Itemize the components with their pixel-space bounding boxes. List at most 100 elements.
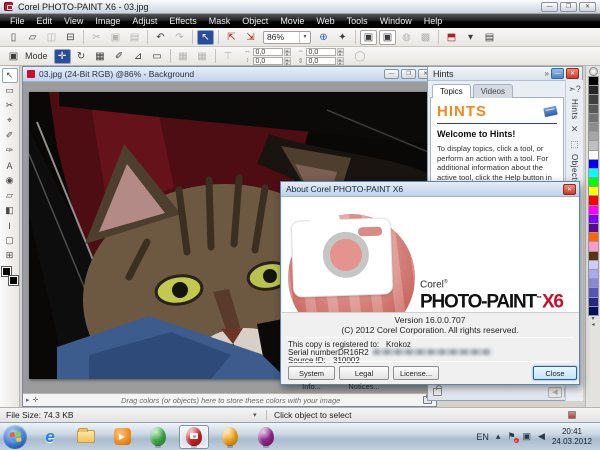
menu-tools[interactable]: Tools [341, 14, 374, 28]
import-icon[interactable]: ⇱ [223, 30, 240, 45]
show-object-marquee-icon[interactable]: ▣ [379, 29, 396, 45]
preview-dropdown-icon[interactable]: ▾ [462, 30, 479, 45]
hints-lock-icon[interactable] [433, 385, 442, 396]
docker-tab-objects[interactable]: Objects [570, 154, 579, 185]
distort-mode-icon[interactable]: ⊿ [130, 49, 147, 64]
print-icon[interactable]: ⊟ [62, 30, 79, 45]
hidden-icons-arrow[interactable]: ▴ [496, 431, 501, 442]
rectangle-tool[interactable]: ▱ [2, 188, 18, 203]
menu-adjust[interactable]: Adjust [126, 14, 163, 28]
menu-web[interactable]: Web [310, 14, 340, 28]
menu-mask[interactable]: Mask [203, 14, 237, 28]
fill-tool[interactable]: ◧ [2, 203, 18, 218]
width-spinner[interactable]: ▲ ▼ [336, 47, 344, 56]
height-spinner[interactable]: ▲ ▼ [336, 56, 344, 65]
docker-minimize-button[interactable]: — [551, 68, 564, 79]
taskbar-coreldraw-icon[interactable] [143, 425, 173, 449]
perspective-mode-icon[interactable]: ▭ [149, 49, 166, 64]
about-close-button[interactable]: ✕ [563, 183, 576, 195]
back-arrow-icon[interactable]: ◀ [548, 386, 562, 398]
palette-flyout-arrow-icon[interactable]: ◂ [591, 322, 594, 328]
menu-image[interactable]: Image [89, 14, 126, 28]
palette-swatch[interactable] [587, 305, 599, 316]
tab-videos[interactable]: Videos [472, 84, 514, 98]
rectangle-mask-tool[interactable]: ▭ [2, 83, 18, 98]
taskbar-corel-connect-icon[interactable] [215, 425, 245, 449]
restore-button[interactable]: ❐ [560, 1, 577, 12]
doc-minimize-button[interactable]: — [384, 69, 399, 79]
legal-notices-button[interactable]: Legal Notices... [339, 366, 389, 391]
skew-mode-icon[interactable]: ✐ [111, 49, 128, 64]
status-dropdown-icon[interactable]: ▾ [253, 411, 257, 419]
document-titlebar[interactable]: 03.jpg (24-Bit RGB) @86% - Background — … [23, 67, 436, 82]
help-book-icon[interactable] [543, 105, 558, 118]
image-slicing-tool[interactable]: ⊞ [2, 248, 18, 263]
volume-icon[interactable]: ◀ [538, 431, 545, 442]
tab-topics[interactable]: Topics [432, 84, 471, 98]
text-tool[interactable]: A [2, 158, 18, 173]
open-icon[interactable]: ▱ [24, 30, 41, 45]
close-docker-tab-icon[interactable]: ✕ [571, 124, 579, 135]
menu-movie[interactable]: Movie [274, 14, 310, 28]
menu-view[interactable]: View [58, 14, 89, 28]
launch-icon[interactable]: ✦ [334, 30, 351, 45]
shape-tool[interactable]: ▢ [2, 233, 18, 248]
menu-help[interactable]: Help [418, 14, 449, 28]
minimize-button[interactable]: — [541, 1, 558, 12]
zoom-tool[interactable]: ⌖ [2, 113, 18, 128]
license-button[interactable]: License... [393, 366, 439, 380]
about-dialog-titlebar[interactable]: About Corel PHOTO-PAINT X6 ✕ [281, 182, 579, 197]
dockers-icon[interactable]: ▤ [481, 30, 498, 45]
y-spinner[interactable]: ▲ ▼ [283, 56, 291, 65]
taskbar-photo-paint-icon[interactable] [179, 424, 209, 449]
width-field[interactable]: 0,0 [305, 47, 336, 56]
rotate-mode-icon[interactable]: ↻ [73, 49, 90, 64]
taskbar-corel-capture-icon[interactable] [251, 425, 281, 449]
taskbar-windows-explorer-icon[interactable] [71, 425, 101, 449]
menu-object[interactable]: Object [236, 14, 274, 28]
image-palette-strip[interactable]: ▸ ✛ Drag colors (or objects) here to sto… [23, 393, 436, 406]
menu-file[interactable]: File [4, 14, 31, 28]
docker-close-button[interactable]: ✕ [566, 68, 579, 79]
close-button[interactable]: ✕ [579, 1, 596, 12]
zoom-level-combo[interactable]: 86% ▾ [263, 30, 311, 44]
start-button[interactable] [3, 424, 27, 449]
fullscreen-preview-icon[interactable]: ⬒ [443, 30, 460, 45]
zoom-dropdown-icon[interactable]: ▾ [299, 31, 310, 43]
taskbar-clock[interactable]: 20:41 24.03.2012 [552, 427, 592, 447]
scale-mode-icon[interactable]: ▦ [92, 49, 109, 64]
pick-tool[interactable]: ↖ [1, 68, 18, 83]
doc-restore-button[interactable]: ❐ [401, 69, 416, 79]
export-icon[interactable]: ⇲ [242, 30, 259, 45]
background-color-swatch[interactable] [7, 275, 19, 286]
hints-docker-titlebar[interactable]: Hints » — ✕ [428, 67, 582, 81]
red-eye-removal-tool[interactable]: ◉ [2, 173, 18, 188]
paint-tool[interactable]: ✑ [2, 143, 18, 158]
zoom-tool-icon[interactable]: ⊕ [315, 30, 332, 45]
palette-options-button[interactable] [588, 67, 598, 76]
taskbar-internet-explorer-icon[interactable]: e [35, 425, 65, 449]
x-position-field[interactable]: 0,0 [252, 47, 283, 56]
network-icon[interactable]: ▣ [523, 431, 532, 442]
x-spinner[interactable]: ▲ ▼ [283, 47, 291, 56]
foreground-color-swatch[interactable] [0, 266, 12, 277]
undo-icon[interactable]: ↶ [152, 30, 169, 45]
freehand-mask-tool[interactable]: ✂ [2, 98, 18, 113]
new-icon[interactable]: ▯ [5, 30, 22, 45]
object-info-icon[interactable]: ▣ [5, 49, 22, 64]
menu-effects[interactable]: Effects [163, 14, 202, 28]
height-field[interactable]: 0,0 [305, 56, 336, 65]
cursor-icon[interactable]: ↖ [197, 29, 214, 45]
menu-edit[interactable]: Edit [31, 14, 59, 28]
y-position-field[interactable]: 0,0 [252, 56, 283, 65]
show-mask-marquee-icon[interactable]: ▣ [360, 29, 377, 45]
eraser-tool[interactable]: I [2, 218, 18, 233]
position-mode-icon[interactable]: ✛ [53, 48, 71, 64]
eyedropper-tool[interactable]: ✐ [2, 128, 18, 143]
system-info-button[interactable]: System Info... [288, 366, 335, 391]
docker-chevron-icon[interactable]: » [545, 69, 549, 78]
close-dialog-button[interactable]: Close [533, 366, 577, 380]
action-center-flag-icon[interactable]: ⚑ × [507, 431, 519, 443]
taskbar-media-player-icon[interactable]: ▶ [107, 425, 137, 449]
palette-flyout-icon[interactable]: ▸ [26, 396, 30, 404]
